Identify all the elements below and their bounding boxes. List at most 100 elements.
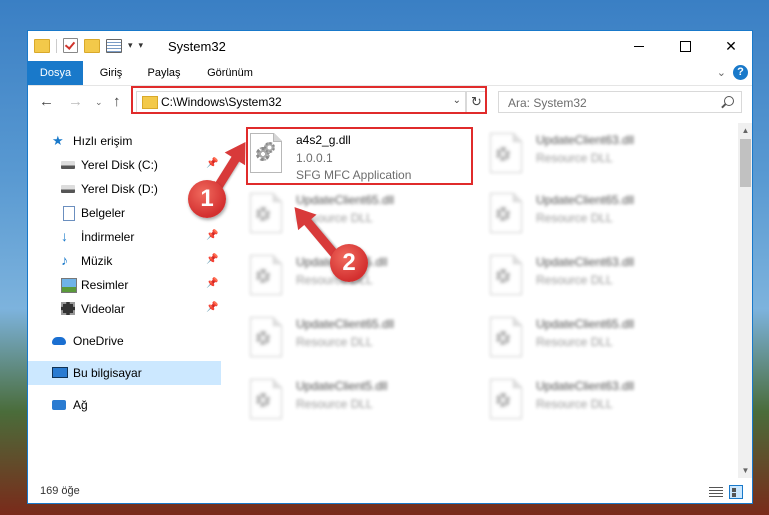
- file-item[interactable]: UpdateClient65.dll Resource DLL: [468, 311, 698, 369]
- large-icons-view-icon[interactable]: [729, 485, 743, 499]
- recent-locations-icon[interactable]: ⌄: [95, 97, 103, 108]
- tab-share[interactable]: Paylaş: [144, 61, 184, 85]
- file-name: UpdateClient63.dll: [536, 133, 635, 147]
- sidebar-item-this-pc[interactable]: Bu bilgisayar: [28, 361, 221, 385]
- navigation-pane: ★ Hızlı erişim Yerel Disk (C:) 📌 Yerel D…: [28, 123, 221, 478]
- pictures-icon: [61, 278, 77, 293]
- window-title: System32: [168, 39, 226, 54]
- dll-file-icon: [490, 133, 522, 173]
- gear-icon: [256, 207, 270, 221]
- file-description: Resource DLL: [536, 335, 613, 349]
- maximize-button[interactable]: [662, 31, 708, 61]
- sidebar-item-label: Ağ: [73, 398, 88, 412]
- scroll-up-icon[interactable]: ▲: [738, 123, 752, 138]
- search-icon[interactable]: [724, 96, 734, 106]
- tab-file[interactable]: Dosya: [28, 61, 83, 85]
- back-button[interactable]: ←: [39, 93, 54, 110]
- pin-icon[interactable]: 📌: [206, 302, 218, 313]
- sidebar-item-downloads[interactable]: ↓ İndirmeler 📌: [28, 225, 221, 249]
- sidebar-item-pictures[interactable]: Resimler 📌: [28, 273, 221, 297]
- sidebar-item-label: Yerel Disk (C:): [81, 158, 158, 172]
- file-description: Resource DLL: [536, 397, 613, 411]
- step-badge-1: 1: [188, 180, 226, 218]
- sidebar-item-label: Yerel Disk (D:): [81, 182, 158, 196]
- videos-icon: [61, 302, 75, 315]
- toolbar-divider: [56, 38, 57, 53]
- sidebar-item-onedrive[interactable]: OneDrive: [28, 329, 221, 353]
- gear-icon: [256, 269, 270, 283]
- sidebar-item-label: Resimler: [81, 278, 129, 292]
- search-box[interactable]: Ara: System32: [498, 91, 742, 113]
- file-item[interactable]: UpdateClient5.dll Resource DLL: [228, 373, 458, 431]
- tab-home[interactable]: Giriş: [96, 61, 126, 85]
- star-icon: ★: [52, 133, 64, 148]
- vertical-scrollbar[interactable]: ▲ ▼: [738, 123, 752, 478]
- details-view-icon[interactable]: [709, 487, 723, 497]
- file-highlight-box: [246, 127, 473, 185]
- sidebar-item-videos[interactable]: Videolar 📌: [28, 297, 221, 321]
- quick-access-toolbar: ▾ ▾: [34, 38, 143, 53]
- help-icon[interactable]: ?: [733, 65, 748, 80]
- qat-dropdown-icon[interactable]: ▾: [128, 40, 133, 51]
- address-highlight-box: [131, 86, 487, 114]
- gear-icon: [496, 147, 510, 161]
- expand-ribbon-icon[interactable]: ⌄: [717, 66, 726, 79]
- ribbon-tabs: Dosya Giriş Paylaş Görünüm ⌄ ?: [28, 61, 752, 86]
- new-folder-icon[interactable]: [84, 38, 100, 53]
- pin-icon[interactable]: 📌: [206, 254, 218, 265]
- close-icon: ✕: [725, 37, 737, 54]
- file-item[interactable]: UpdateClient65.dll Resource DLL: [468, 187, 698, 245]
- file-name: UpdateClient5.dll: [296, 379, 388, 393]
- step-badge-2: 2: [330, 244, 368, 282]
- gear-icon: [256, 393, 270, 407]
- search-input[interactable]: Ara: System32: [508, 96, 587, 110]
- customize-qat-icon[interactable]: ▾: [139, 40, 144, 51]
- sidebar-item-label: Hızlı erişim: [73, 134, 133, 148]
- forward-button[interactable]: →: [68, 93, 83, 110]
- minimize-button[interactable]: [616, 31, 662, 61]
- file-name: UpdateClient63.dll: [536, 379, 635, 393]
- file-item[interactable]: UpdateClient65.dll Resource DLL: [228, 187, 458, 245]
- pin-icon[interactable]: 📌: [206, 158, 218, 169]
- gear-icon: [496, 207, 510, 221]
- scroll-thumb[interactable]: [740, 139, 751, 187]
- file-item[interactable]: UpdateClient63.dll Resource DLL: [468, 373, 698, 431]
- pin-icon[interactable]: 📌: [206, 278, 218, 289]
- pin-icon[interactable]: 📌: [206, 230, 218, 241]
- maximize-icon: [679, 40, 691, 52]
- properties-icon[interactable]: [106, 38, 122, 53]
- sidebar-item-network[interactable]: Ağ: [28, 393, 221, 417]
- title-bar: ▾ ▾ System32 ✕: [28, 31, 752, 61]
- sidebar-item-quick-access[interactable]: ★ Hızlı erişim: [28, 129, 221, 153]
- sidebar-item-label: Bu bilgisayar: [73, 366, 142, 380]
- drive-icon: [61, 185, 75, 193]
- dll-file-icon: [250, 379, 282, 419]
- cloud-icon: [52, 337, 66, 345]
- file-name: UpdateClient65.dll: [536, 317, 635, 331]
- dll-file-icon: [490, 379, 522, 419]
- scroll-down-icon[interactable]: ▼: [738, 463, 752, 478]
- gear-icon: [496, 331, 510, 345]
- up-button[interactable]: ↑: [113, 93, 121, 110]
- sidebar-item-local-disk-c[interactable]: Yerel Disk (C:) 📌: [28, 153, 221, 177]
- dll-file-icon: [250, 255, 282, 295]
- dll-file-icon: [490, 255, 522, 295]
- file-description: Resource DLL: [536, 151, 613, 165]
- dll-file-icon: [490, 317, 522, 357]
- file-item[interactable]: UpdateClient63.dll Resource DLL: [468, 249, 698, 307]
- sidebar-item-music[interactable]: ♪ Müzik 📌: [28, 249, 221, 273]
- tab-view[interactable]: Görünüm: [202, 61, 258, 85]
- sidebar-item-label: Videolar: [81, 302, 125, 316]
- item-count: 169 öğe: [40, 485, 80, 497]
- file-item[interactable]: UpdateClient63.dll Resource DLL: [468, 127, 698, 185]
- file-description: Resource DLL: [296, 335, 373, 349]
- sidebar-item-label: İndirmeler: [81, 230, 135, 244]
- download-icon: ↓: [61, 228, 68, 244]
- sidebar-item-label: OneDrive: [73, 334, 124, 348]
- gear-icon: [496, 269, 510, 283]
- file-name: UpdateClient63.dll: [536, 255, 635, 269]
- dll-file-icon: [490, 193, 522, 233]
- properties-check-icon[interactable]: [63, 38, 78, 53]
- file-item[interactable]: UpdateClient65.dll Resource DLL: [228, 311, 458, 369]
- close-button[interactable]: ✕: [708, 31, 752, 61]
